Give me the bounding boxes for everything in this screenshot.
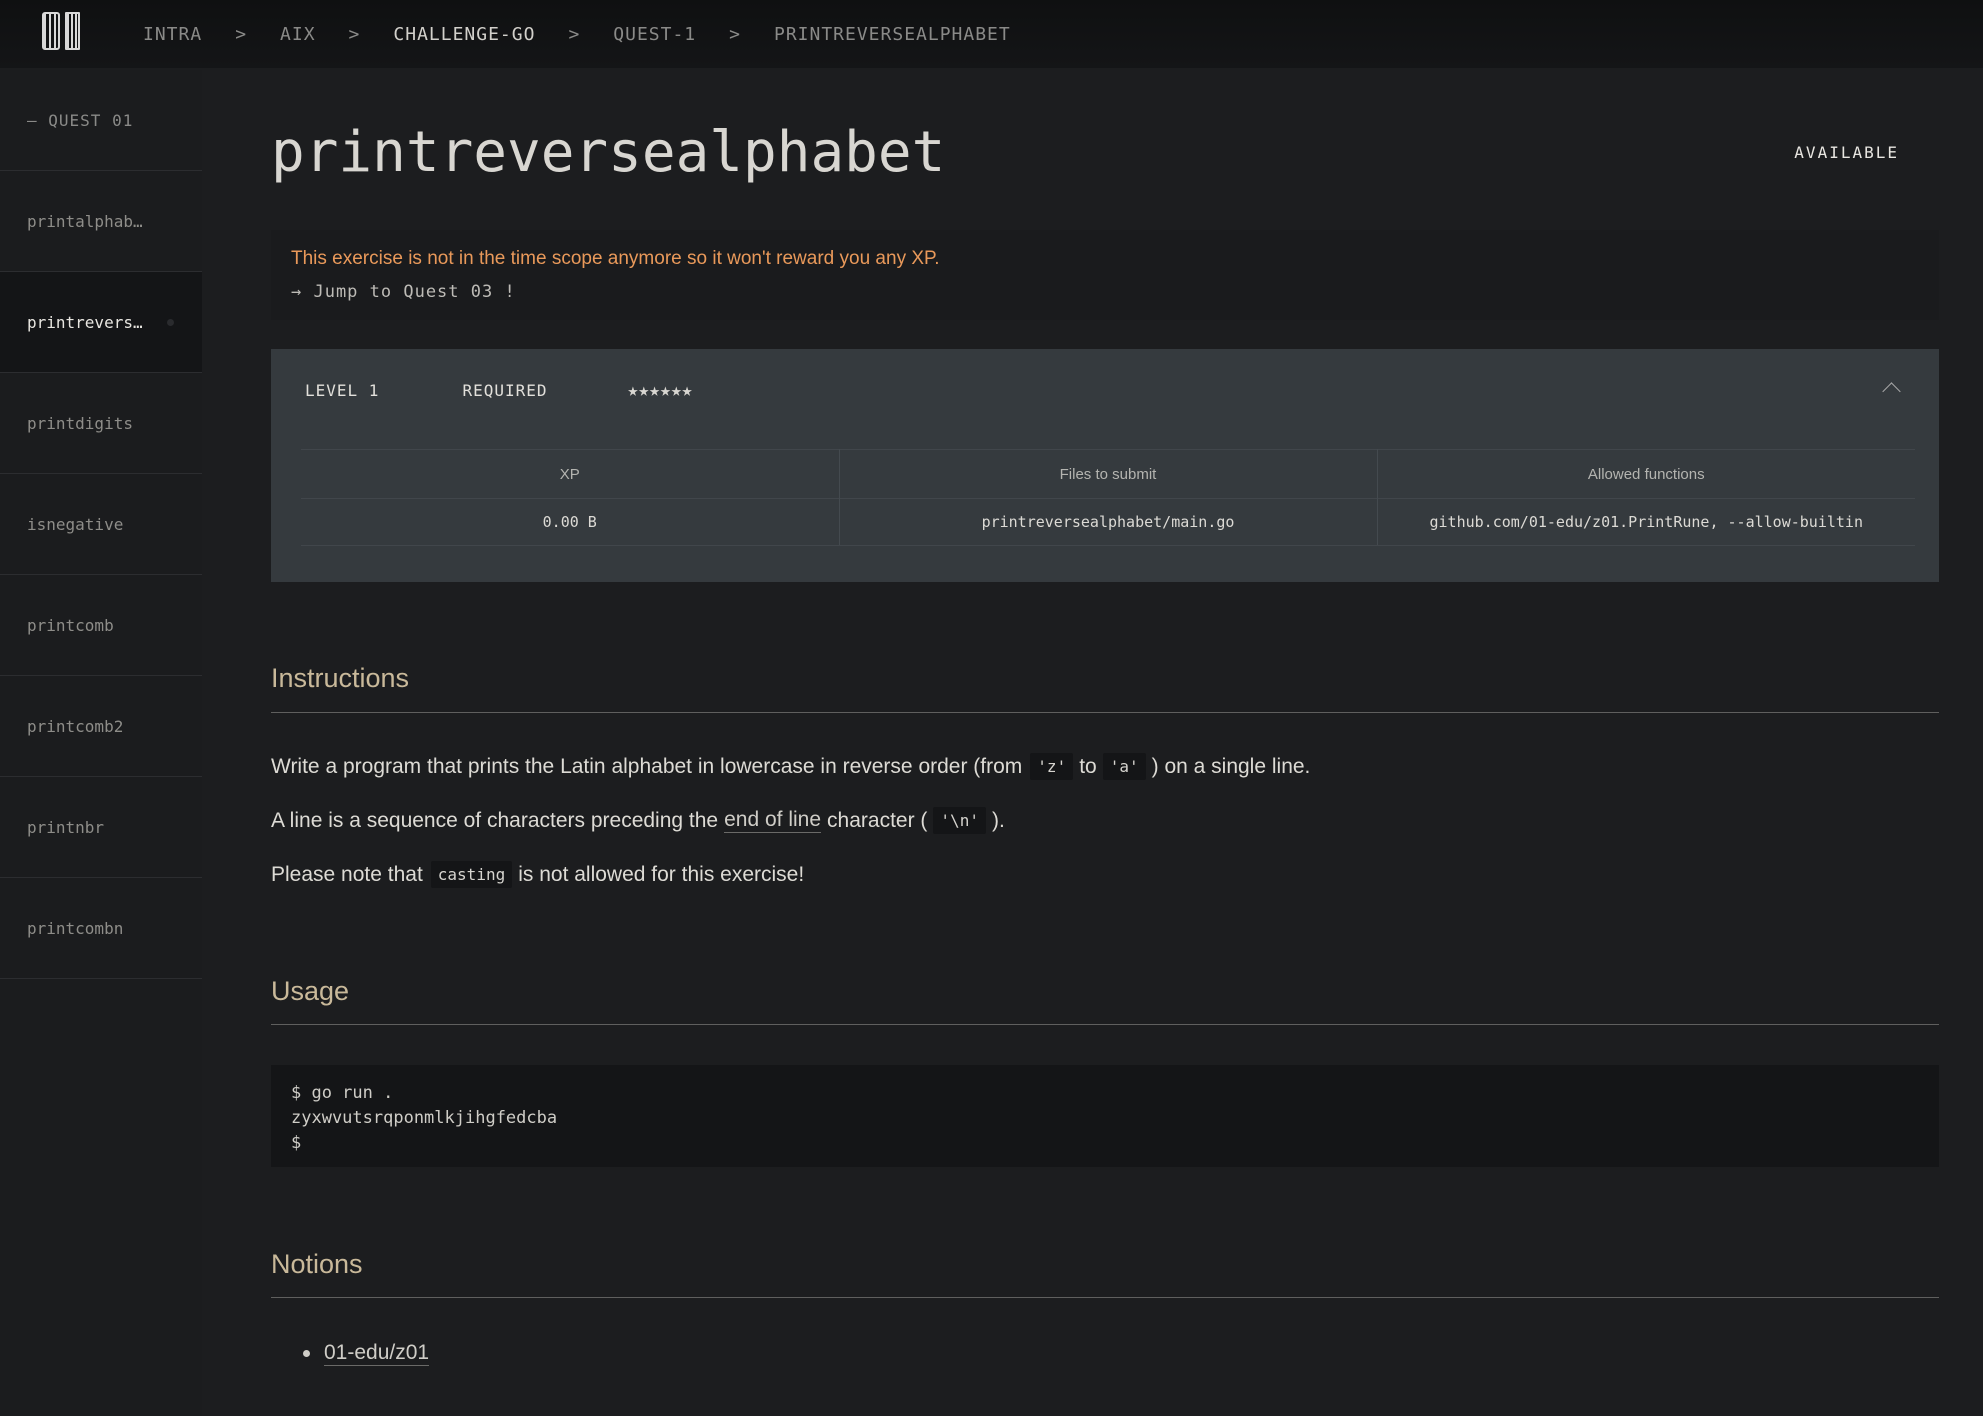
text: Please note that [271,862,423,886]
section-divider [271,712,1939,713]
sidebar-item-printdigits[interactable]: printdigits [0,373,202,474]
breadcrumb-printreversealphabet[interactable]: PRINTREVERSEALPHABET [774,24,1011,45]
xp-value: 0.00 B [301,498,840,546]
notion-link-z01[interactable]: 01-edu/z01 [324,1341,430,1366]
text: ) on a single line. [1151,754,1311,778]
time-scope-warning: This exercise is not in the time scope a… [271,230,1939,320]
exercise-info-panel: LEVEL 1 REQUIRED ★★★★★★ XP Files to subm… [271,349,1939,582]
sidebar-heading[interactable]: — QUEST 01 [0,70,202,171]
sidebar: — QUEST 01 printalphab… printrevers… pri… [0,70,202,1416]
sidebar-item-printcombn[interactable]: printcombn [0,878,202,979]
allowed-functions-value: github.com/01-edu/z01.PrintRune, --allow… [1377,498,1915,546]
end-of-line-link[interactable]: end of line [724,808,822,833]
top-bar: INTRA > AIX > CHALLENGE-GO > QUEST-1 > P… [0,0,1983,68]
text: is not allowed for this exercise! [518,862,805,886]
sidebar-item-label: printrevers… [27,312,143,332]
breadcrumb-challenge-go[interactable]: CHALLENGE-GO [393,24,535,45]
text: character ( [827,808,928,832]
text: Write a program that prints the Latin al… [271,754,1023,778]
breadcrumb-separator: > [729,23,741,45]
usage-heading: Usage [271,976,350,1006]
inline-code: casting [430,861,513,888]
chevron-up-icon[interactable] [1881,381,1903,395]
instructions-heading: Instructions [271,663,410,693]
breadcrumb-intra[interactable]: INTRA [143,24,202,45]
inline-code: 'z' [1030,753,1074,780]
sidebar-item-printcomb2[interactable]: printcomb2 [0,676,202,777]
jump-to-quest-link[interactable]: → Jump to Quest 03 ! [291,282,1919,302]
bullet-icon [303,1350,310,1357]
files-value: printreversealphabet/main.go [839,498,1378,546]
sidebar-item-printreversealphabet[interactable]: printrevers… [0,272,202,373]
logo-one-glyph [65,12,80,50]
breadcrumb: INTRA > AIX > CHALLENGE-GO > QUEST-1 > P… [143,0,1011,68]
warning-message: This exercise is not in the time scope a… [291,248,940,269]
breadcrumb-quest-1[interactable]: QUEST-1 [613,24,696,45]
sidebar-item-label: printalphab… [27,211,143,231]
sidebar-item-isnegative[interactable]: isnegative [0,474,202,575]
sidebar-item-label: printnbr [27,817,105,837]
inline-code: 'a' [1102,753,1146,780]
section-divider [271,1024,1939,1025]
sidebar-item-label: printcomb [27,615,114,635]
instruction-paragraph-1: Write a program that prints the Latin al… [271,753,1310,780]
usage-code-block: $ go run . zyxwvutsrqponmlkjihgfedcba $ [271,1065,1939,1167]
column-header-allowed-functions: Allowed functions [1377,449,1915,499]
table-row: 0.00 B printreversealphabet/main.go gith… [301,498,1915,546]
text: ). [991,808,1005,832]
sidebar-item-label: printcomb2 [27,716,124,736]
table-header-row: XP Files to submit Allowed functions [301,449,1915,499]
sidebar-item-printcomb[interactable]: printcomb [0,575,202,676]
required-label: REQUIRED [462,381,548,400]
active-indicator-dot [167,319,174,326]
inline-code: '\n' [933,807,986,834]
notions-heading: Notions [271,1249,363,1279]
breadcrumb-separator: > [235,23,248,45]
sidebar-item-label: isnegative [27,514,124,534]
logo[interactable] [42,12,88,54]
sidebar-item-printnbr[interactable]: printnbr [0,777,202,878]
text: to [1079,754,1097,778]
exercise-info-table: XP Files to submit Allowed functions 0.0… [301,449,1915,546]
instruction-paragraph-2: A line is a sequence of characters prece… [271,807,1005,834]
section-divider [271,1297,1939,1298]
breadcrumb-separator: > [568,23,581,45]
logo-zero-glyph [42,12,60,50]
sidebar-item-label: printdigits [27,413,133,433]
breadcrumb-aix[interactable]: AIX [280,24,316,45]
sidebar-item-label: printcombn [27,918,124,938]
status-badge: AVAILABLE [1794,143,1899,162]
page-title: printreversealphabet [271,120,946,185]
instruction-paragraph-3: Please note that casting is not allowed … [271,861,804,888]
breadcrumb-separator: > [348,23,361,45]
difficulty-stars-icon: ★★★★★★ [627,380,693,401]
column-header-xp: XP [301,449,840,499]
text: A line is a sequence of characters prece… [271,808,719,832]
sidebar-item-printalphabet[interactable]: printalphab… [0,171,202,272]
list-item: 01-edu/z01 [303,1341,430,1366]
panel-header: LEVEL 1 REQUIRED ★★★★★★ [305,380,693,401]
level-label: LEVEL 1 [305,381,380,400]
column-header-files: Files to submit [839,449,1378,499]
